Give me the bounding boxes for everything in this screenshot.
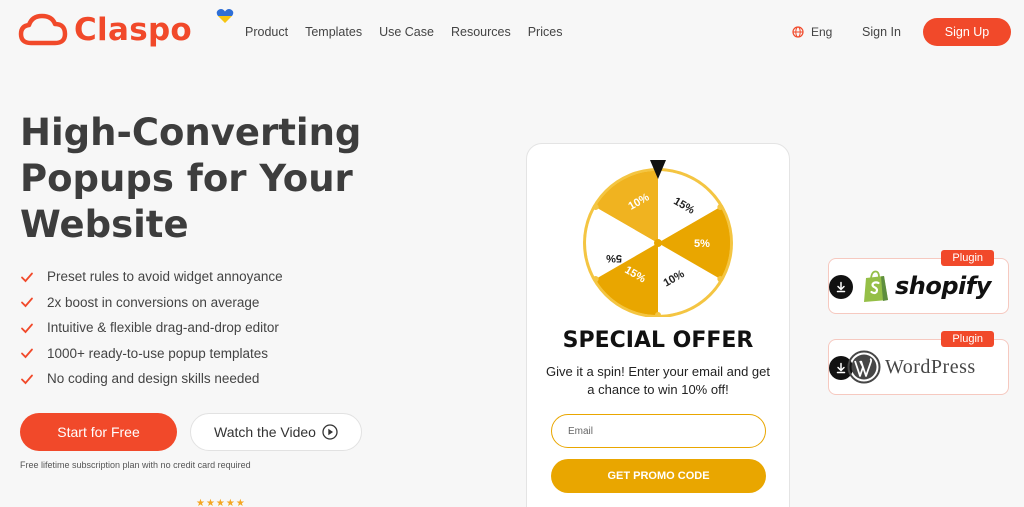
- nav-resources[interactable]: Resources: [451, 25, 511, 39]
- language-selector[interactable]: Eng: [792, 25, 832, 39]
- popup-preview-card: 15% 5% 10% 15% 5% 10% SPECIAL OFFER Give…: [526, 143, 790, 507]
- check-icon: [21, 272, 33, 283]
- plugin-badge: Plugin: [941, 331, 994, 347]
- hero-title: High-Converting Popups for Your Website: [20, 111, 362, 246]
- sign-in-link[interactable]: Sign In: [862, 25, 901, 39]
- feature-item: 2x boost in conversions on average: [20, 290, 283, 316]
- check-icon: [21, 374, 33, 385]
- shopify-plugin-card[interactable]: Plugin shopify: [828, 250, 1009, 314]
- fine-print: Free lifetime subscription plan with no …: [20, 460, 251, 470]
- shopify-bag-icon: [864, 270, 888, 302]
- globe-icon: [792, 26, 804, 38]
- site-header: Claspo Product Templates Use Case Resour…: [0, 0, 1024, 64]
- feature-item: 1000+ ready-to-use popup templates: [20, 341, 283, 367]
- watch-video-label: Watch the Video: [214, 424, 316, 440]
- wordpress-icon: [847, 350, 881, 384]
- sign-up-button[interactable]: Sign Up: [923, 18, 1011, 46]
- shopify-logo: shopify: [861, 269, 991, 303]
- feature-item: Preset rules to avoid widget annoyance: [20, 264, 283, 290]
- heart-icon: [216, 9, 234, 23]
- wordpress-plugin-card[interactable]: Plugin WordPress: [828, 331, 1009, 395]
- offer-description: Give it a spin! Enter your email and get…: [545, 364, 770, 397]
- wordpress-logo: WordPress: [847, 350, 976, 384]
- claspo-logo[interactable]: Claspo: [18, 9, 234, 48]
- check-icon: [21, 297, 33, 308]
- nav-templates[interactable]: Templates: [305, 25, 362, 39]
- main-nav: Product Templates Use Case Resources Pri…: [245, 25, 579, 39]
- feature-text: 1000+ ready-to-use popup templates: [47, 345, 269, 361]
- nav-use-case[interactable]: Use Case: [379, 25, 434, 39]
- spin-wheel[interactable]: 15% 5% 10% 15% 5% 10%: [582, 157, 734, 317]
- feature-list: Preset rules to avoid widget annoyance 2…: [20, 264, 283, 392]
- feature-text: Preset rules to avoid widget annoyance: [47, 269, 283, 285]
- start-for-free-button[interactable]: Start for Free: [20, 413, 177, 451]
- email-input[interactable]: [551, 414, 766, 448]
- check-icon: [21, 323, 33, 334]
- nav-prices[interactable]: Prices: [528, 25, 563, 39]
- feature-item: No coding and design skills needed: [20, 366, 283, 392]
- play-icon: [322, 424, 338, 440]
- get-promo-code-button[interactable]: GET PROMO CODE: [551, 459, 766, 493]
- offer-title: SPECIAL OFFER: [562, 328, 754, 353]
- language-label: Eng: [811, 25, 833, 39]
- brand-name: Claspo: [74, 12, 193, 48]
- nav-product[interactable]: Product: [245, 25, 288, 39]
- plugin-badge: Plugin: [941, 250, 994, 266]
- check-icon: [21, 348, 33, 359]
- feature-text: No coding and design skills needed: [47, 371, 260, 387]
- wordpress-wordmark: WordPress: [885, 355, 976, 378]
- feature-item: Intuitive & flexible drag-and-drop edito…: [20, 315, 283, 341]
- watch-video-button[interactable]: Watch the Video: [190, 413, 362, 451]
- cloud-logo-icon: [18, 13, 68, 46]
- feature-text: Intuitive & flexible drag-and-drop edito…: [47, 320, 279, 336]
- wheel-segment-label: 5%: [606, 252, 622, 264]
- rating-stars: ★★★★★: [196, 498, 246, 507]
- download-icon[interactable]: [829, 275, 853, 299]
- wheel-segment-label: 5%: [694, 238, 710, 250]
- feature-text: 2x boost in conversions on average: [47, 294, 260, 310]
- shopify-wordmark: shopify: [895, 272, 991, 300]
